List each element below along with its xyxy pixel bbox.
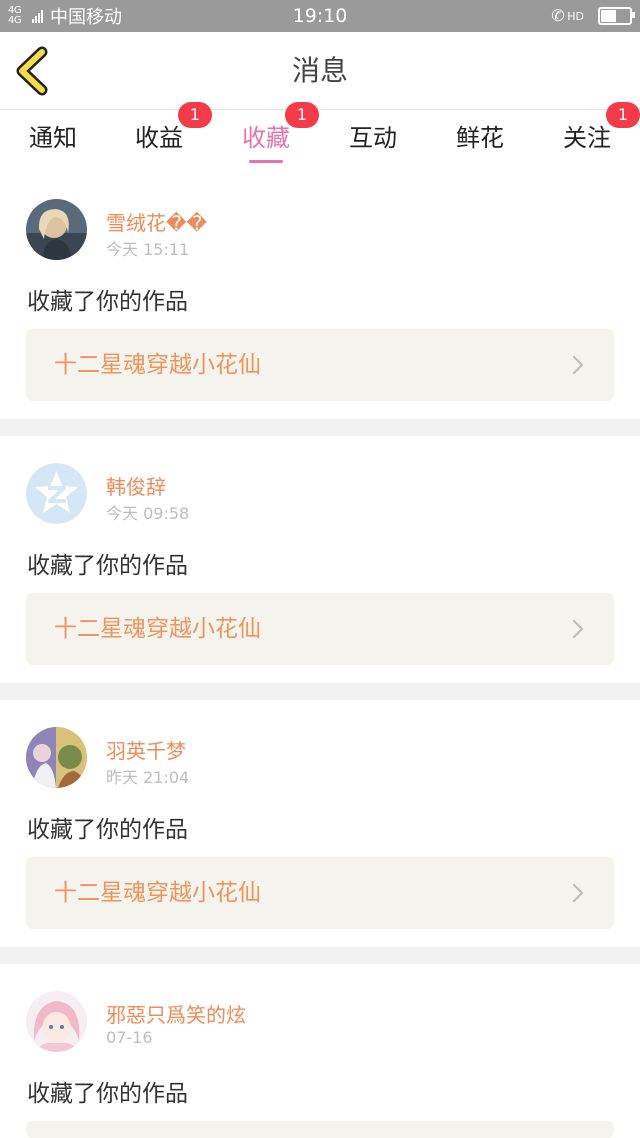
avatar[interactable] (26, 991, 87, 1052)
battery-level (601, 10, 616, 22)
work-link[interactable]: 十二星魂穿越小花仙 (26, 593, 614, 665)
tab-label: 鲜花 (456, 124, 504, 152)
timestamp: 昨天 21:04 (106, 768, 190, 787)
username[interactable]: 邪惡只爲笑的炫 (106, 999, 246, 1028)
avatar-photo (26, 199, 87, 260)
list-item: 韩俊辞 今天 09:58 收藏了你的作品 十二星魂穿越小花仙 (0, 436, 640, 683)
qq-default-avatar (26, 463, 87, 524)
unread-badge: 1 (178, 102, 212, 128)
tab-follows[interactable]: 关注 1 (534, 102, 640, 172)
action-text: 收藏了你的作品 (27, 553, 188, 579)
tab-earnings[interactable]: 收益 1 (106, 102, 212, 172)
username[interactable]: 羽英千梦 (106, 735, 186, 764)
list-item: 羽英千梦 昨天 21:04 收藏了你的作品 十二星魂穿越小花仙 (0, 700, 640, 947)
page-title: 消息 (291, 54, 348, 87)
action-text: 收藏了你的作品 (27, 289, 188, 315)
tab-notifications[interactable]: 通知 (0, 110, 106, 172)
work-title: 十二星魂穿越小花仙 (54, 352, 261, 378)
username[interactable]: 雪绒花�� (106, 207, 207, 236)
tab-label: 通知 (29, 124, 77, 152)
username[interactable]: 韩俊辞 (106, 471, 166, 500)
timestamp: 今天 09:58 (106, 504, 190, 523)
tab-bar: 通知 收益 1 收藏 1 互动 鲜花 关注 1 (0, 102, 640, 172)
avatar[interactable] (26, 727, 87, 788)
status-bar: 4G 4G 中国移动 19:10 HD (0, 0, 640, 32)
list-item: 雪绒花�� 今天 15:11 收藏了你的作品 十二星魂穿越小花仙 (0, 172, 640, 419)
work-link[interactable]: 十二星魂穿越小花仙 (26, 857, 614, 929)
status-right: HD (551, 0, 635, 32)
action-text: 收藏了你的作品 (27, 1081, 188, 1107)
avatar[interactable] (26, 199, 87, 260)
work-link[interactable]: 十二星魂穿越小花仙 (26, 329, 614, 401)
navigation-header: 消息 (0, 32, 640, 110)
pink-hair-avatar (26, 991, 87, 1052)
unread-badge: 1 (285, 102, 319, 128)
tab-label: 互动 (349, 124, 397, 152)
tab-favorites[interactable]: 收藏 1 (213, 102, 319, 172)
anime-art-avatar (26, 727, 87, 788)
work-title: 十二星魂穿越小花仙 (54, 880, 261, 906)
tab-interactions[interactable]: 互动 (320, 110, 426, 172)
work-link[interactable] (26, 1121, 614, 1138)
battery-icon (598, 7, 635, 25)
chevron-right-icon (572, 619, 584, 639)
chevron-right-icon (572, 355, 584, 375)
avatar[interactable] (26, 463, 87, 524)
active-tab-indicator (249, 160, 283, 163)
timestamp: 今天 15:11 (106, 240, 190, 259)
tab-flowers[interactable]: 鲜花 (427, 110, 533, 172)
list-item: 邪惡只爲笑的炫 07-16 收藏了你的作品 (0, 964, 640, 1138)
unread-badge: 1 (606, 102, 640, 128)
status-time: 19:10 (292, 5, 348, 27)
hd-call-icon: HD (551, 6, 584, 25)
action-text: 收藏了你的作品 (27, 817, 188, 843)
timestamp: 07-16 (106, 1028, 153, 1047)
chevron-right-icon (572, 883, 584, 903)
work-title: 十二星魂穿越小花仙 (54, 616, 261, 642)
